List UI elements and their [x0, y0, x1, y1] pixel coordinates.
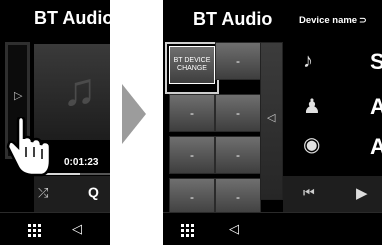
left-screen: BT Audio ♫ ▷ 0:01:23 ⤮ Q ◁	[0, 0, 110, 245]
left-bottom-bar: ◁	[0, 212, 110, 245]
function-button[interactable]: -	[215, 136, 261, 174]
right-bottom-bar: ◁	[163, 212, 382, 245]
function-button[interactable]: -	[169, 178, 215, 216]
function-button[interactable]: -	[215, 178, 261, 216]
bluetooth-device-icon: ⊃	[359, 15, 367, 25]
back-icon[interactable]: ◁	[72, 221, 82, 237]
right-control-bar: ⏮ ▶	[283, 176, 382, 212]
function-button[interactable]: -	[215, 94, 261, 132]
play-icon[interactable]: ▶	[356, 184, 368, 202]
right-screen-title: BT Audio	[193, 9, 273, 29]
playback-time: 0:01:23	[64, 157, 99, 168]
search-icon[interactable]: Q	[88, 184, 99, 200]
album-icon: ◉	[303, 134, 321, 156]
chevron-left-icon: ◁	[267, 112, 276, 124]
transition-arrow	[122, 84, 146, 144]
music-note-icon: ♪	[303, 50, 313, 72]
function-button[interactable]: -	[215, 42, 261, 80]
bt-device-change-button[interactable]: BT DEVICE CHANGE	[169, 46, 215, 84]
function-button[interactable]: -	[169, 94, 215, 132]
artist-icon: ♟	[303, 96, 321, 118]
artist-name: A	[370, 94, 382, 119]
tap-hand-icon	[6, 117, 52, 177]
back-icon[interactable]: ◁	[229, 221, 239, 237]
left-control-bar: ⤮ Q	[34, 176, 110, 212]
shuffle-icon[interactable]: ⤮	[38, 185, 48, 201]
device-name-text: Device name	[299, 15, 358, 26]
previous-track-icon[interactable]: ⏮	[303, 185, 315, 201]
song-title: S	[370, 49, 382, 74]
panel-collapse-button[interactable]: ◁	[260, 42, 283, 200]
left-screen-title: BT Audio	[34, 8, 110, 28]
device-name-label: Device name ⊃	[299, 15, 367, 26]
home-grid-icon[interactable]	[181, 224, 194, 237]
function-button[interactable]: -	[169, 136, 215, 174]
home-grid-icon[interactable]	[28, 224, 41, 237]
music-note-icon: ♫	[62, 63, 97, 115]
album-name: Al	[370, 134, 382, 159]
chevron-right-icon: ▷	[14, 90, 23, 102]
right-screen: BT Audio Device name ⊃ BT DEVICE CHANGE - …	[163, 0, 382, 245]
